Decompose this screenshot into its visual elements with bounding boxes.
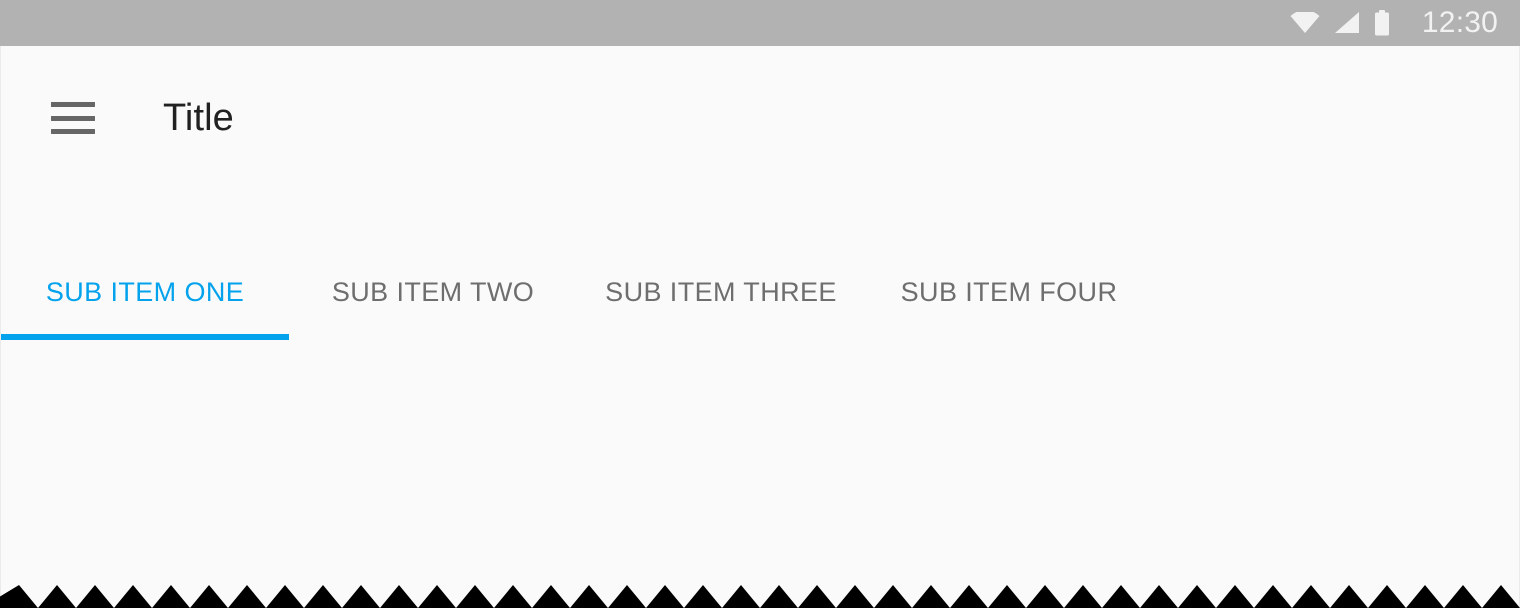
toolbar: Title [1, 46, 1519, 190]
app-bar: Title SUB ITEM ONE SUB ITEM TWO SUB ITEM… [0, 46, 1520, 344]
hamburger-bar-top [51, 102, 95, 107]
wifi-icon [1290, 12, 1320, 33]
status-bar-clock: 12:30 [1421, 6, 1498, 39]
tab-sub-item-one[interactable]: SUB ITEM ONE [1, 244, 289, 340]
tab-bar: SUB ITEM ONE SUB ITEM TWO SUB ITEM THREE… [1, 244, 1519, 340]
hamburger-bar-middle [51, 115, 95, 121]
tab-sub-item-three[interactable]: SUB ITEM THREE [577, 244, 865, 340]
status-bar-icons: 12:30 [1290, 8, 1498, 38]
hamburger-bar-bottom [51, 129, 95, 134]
tab-label: SUB ITEM TWO [331, 276, 535, 307]
page-title: Title [163, 97, 234, 139]
content-area [0, 340, 1520, 608]
battery-icon [1374, 10, 1389, 36]
tab-label: SUB ITEM THREE [605, 276, 837, 307]
cellular-signal-icon [1334, 12, 1359, 33]
hamburger-menu-icon[interactable] [51, 102, 95, 134]
device-screen: 12:30 Title SUB ITEM ONE SUB ITEM TWO SU… [0, 0, 1520, 608]
status-bar: 12:30 [0, 0, 1520, 46]
tab-label: SUB ITEM FOUR [900, 276, 1118, 307]
sawtooth-edge [0, 585, 1520, 608]
tab-label: SUB ITEM ONE [45, 276, 245, 307]
tab-sub-item-four[interactable]: SUB ITEM FOUR [865, 244, 1153, 340]
tab-sub-item-two[interactable]: SUB ITEM TWO [289, 244, 577, 340]
